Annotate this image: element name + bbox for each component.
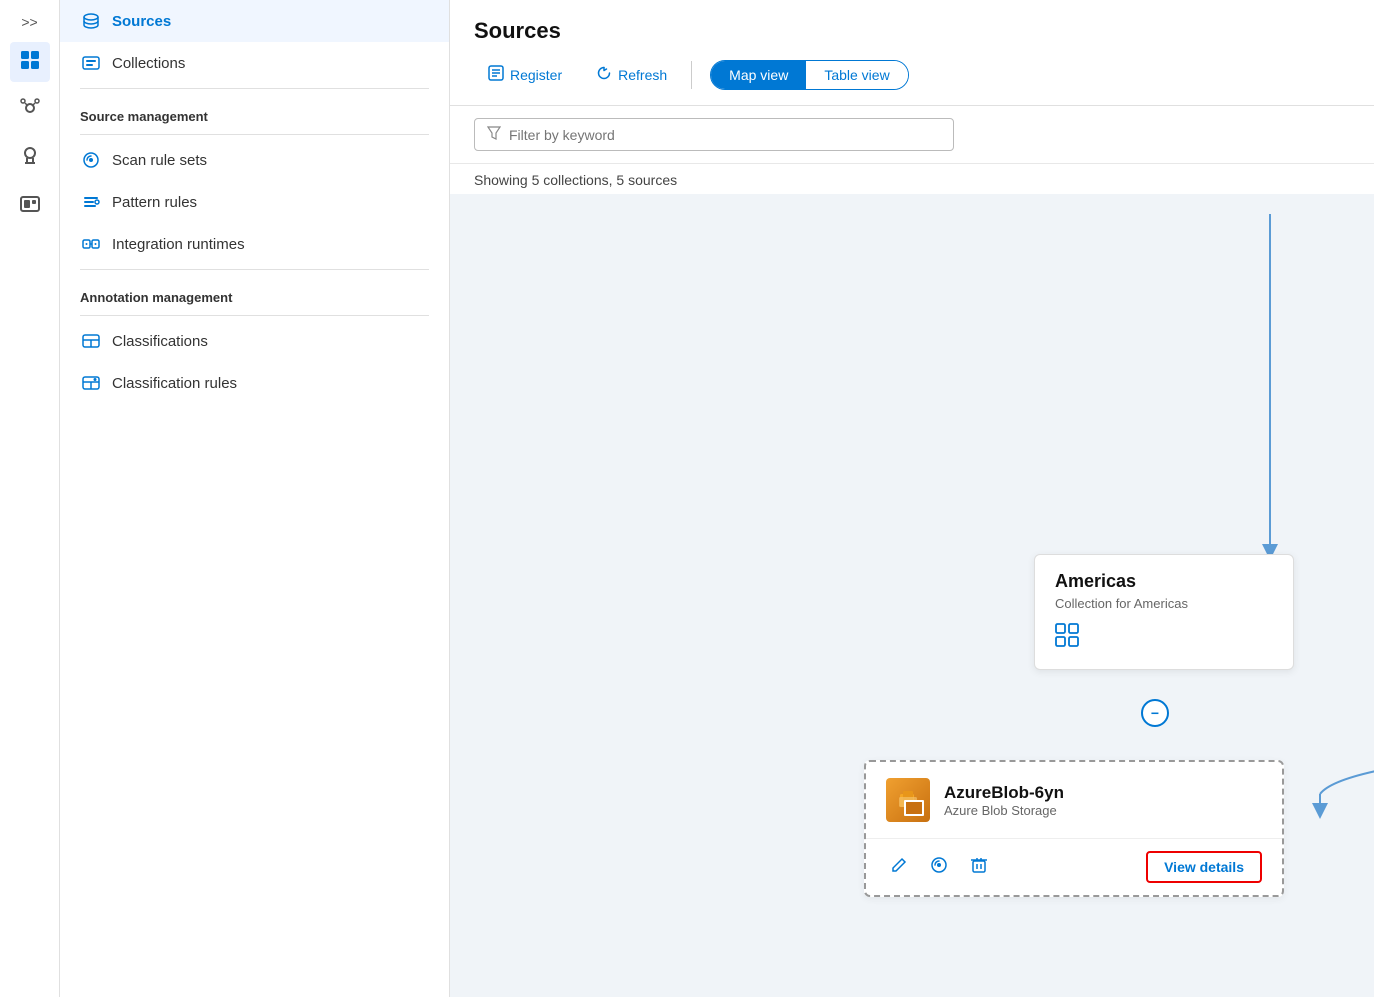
connections-nav-button[interactable] — [10, 90, 50, 130]
main-header: Sources Register — [450, 0, 1374, 106]
scan-source-button[interactable] — [926, 852, 952, 883]
nav-item-classifications[interactable]: Classifications — [60, 320, 449, 362]
showing-text: Showing 5 collections, 5 sources — [450, 164, 1374, 194]
pattern-rules-icon — [80, 193, 102, 211]
filter-input-wrap — [474, 118, 954, 151]
map-view-label: Map view — [729, 67, 788, 83]
source-info: AzureBlob-6yn Azure Blob Storage — [944, 783, 1064, 818]
scan-rule-sets-label: Scan rule sets — [112, 152, 207, 169]
integration-runtimes-label: Integration runtimes — [112, 236, 245, 253]
nav-item-scan-rule-sets[interactable]: Scan rule sets — [60, 139, 449, 181]
icon-sidebar: >> — [0, 0, 60, 997]
delete-source-button[interactable] — [966, 852, 992, 883]
register-label: Register — [510, 67, 562, 83]
integration-runtimes-icon — [80, 235, 102, 253]
nav-item-pattern-rules[interactable]: Pattern rules — [60, 181, 449, 223]
americas-title: Americas — [1055, 571, 1273, 592]
classifications-label: Classifications — [112, 333, 208, 350]
nav-item-classification-rules[interactable]: Classification rules — [60, 362, 449, 404]
scan-rule-sets-icon — [80, 151, 102, 169]
source-card-footer: View details — [866, 839, 1282, 895]
map-area: Americas Collection for Americas − — [450, 194, 1374, 997]
refresh-label: Refresh — [618, 67, 667, 83]
annotation-management-section: Annotation management — [60, 274, 449, 311]
filter-bar — [450, 106, 1374, 164]
register-button[interactable]: Register — [474, 58, 576, 91]
view-toggle: Map view Table view — [710, 60, 909, 90]
edit-source-button[interactable] — [886, 852, 912, 883]
register-icon — [488, 65, 504, 84]
page-title: Sources — [474, 18, 1350, 44]
azure-blob-icon — [886, 778, 930, 822]
source-type: Azure Blob Storage — [944, 803, 1064, 818]
nav-item-collections[interactable]: Collections — [60, 42, 449, 84]
toolbar-separator — [691, 61, 692, 89]
divider-source-mgmt — [80, 88, 429, 89]
insights-icon — [19, 145, 41, 172]
collapse-node[interactable]: − — [1141, 699, 1169, 727]
refresh-button[interactable]: Refresh — [582, 58, 681, 91]
tools-nav-button[interactable] — [10, 186, 50, 226]
map-view-button[interactable]: Map view — [711, 61, 806, 89]
view-details-label: View details — [1164, 859, 1244, 875]
divider-below-label — [80, 134, 429, 135]
source-card-header: AzureBlob-6yn Azure Blob Storage — [866, 762, 1282, 839]
main-content: Sources Register — [450, 0, 1374, 997]
collapse-sidebar-button[interactable]: >> — [10, 10, 50, 34]
chevron-icon: >> — [21, 14, 37, 30]
table-view-label: Table view — [824, 67, 889, 83]
americas-subtitle: Collection for Americas — [1055, 596, 1273, 611]
collections-icon — [80, 54, 102, 72]
insights-nav-button[interactable] — [10, 138, 50, 178]
source-management-section: Source management — [60, 93, 449, 130]
sources-label: Sources — [112, 13, 171, 30]
nav-item-integration-runtimes[interactable]: Integration runtimes — [60, 223, 449, 265]
classifications-icon — [80, 332, 102, 350]
collections-label: Collections — [112, 55, 185, 72]
catalog-icon — [19, 49, 41, 76]
view-details-button[interactable]: View details — [1146, 851, 1262, 883]
toolbar: Register Refresh Map view Table view — [474, 58, 1350, 91]
classification-rules-icon — [80, 374, 102, 392]
nav-item-sources[interactable]: Sources — [60, 0, 449, 42]
connections-icon — [19, 97, 41, 124]
minus-icon: − — [1151, 705, 1159, 721]
nav-sidebar: Sources Collections Source management Sc… — [60, 0, 450, 997]
divider-annotation — [80, 269, 429, 270]
americas-card: Americas Collection for Americas — [1034, 554, 1294, 670]
source-card: AzureBlob-6yn Azure Blob Storage — [864, 760, 1284, 897]
filter-input[interactable] — [509, 127, 941, 143]
divider-below-annotation — [80, 315, 429, 316]
refresh-icon — [596, 65, 612, 84]
classification-rules-label: Classification rules — [112, 375, 237, 392]
catalog-nav-button[interactable] — [10, 42, 50, 82]
source-name: AzureBlob-6yn — [944, 783, 1064, 803]
table-view-button[interactable]: Table view — [806, 61, 907, 89]
filter-icon — [487, 126, 501, 143]
pattern-rules-label: Pattern rules — [112, 194, 197, 211]
tools-icon — [19, 193, 41, 220]
americas-grid-icon[interactable] — [1055, 623, 1273, 653]
sources-icon — [80, 12, 102, 30]
